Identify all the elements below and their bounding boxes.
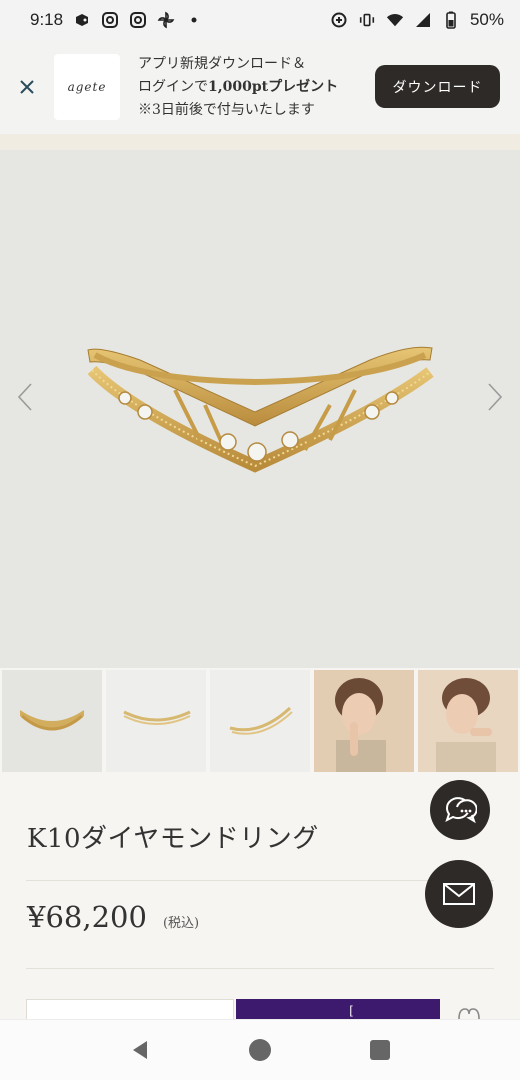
product-price: ¥68,200: [27, 900, 147, 934]
battery-icon: [442, 11, 460, 29]
mail-button[interactable]: [425, 860, 493, 928]
chevron-right-icon: [488, 383, 503, 411]
app-download-banner: agete アプリ新規ダウンロード＆ ログインで1,000ptプレゼント ※3日…: [0, 40, 520, 134]
ring-thumbnail-image: [123, 710, 191, 725]
thumbnail-5[interactable]: [418, 670, 518, 772]
divider: [26, 880, 494, 881]
next-image-button[interactable]: [480, 382, 510, 412]
thumbnail-3[interactable]: [210, 670, 310, 772]
ring-thumbnail-image: [229, 706, 293, 735]
ring-illustration: [87, 346, 434, 473]
data-saver-icon: [330, 11, 348, 29]
favorite-button[interactable]: [456, 1006, 482, 1020]
chat-button[interactable]: [430, 780, 490, 840]
status-time: 9:18: [30, 10, 64, 29]
app-logo-text: agete: [67, 80, 107, 94]
banner-line-2: ログインで1,000ptプレゼント: [138, 76, 368, 99]
beige-strip: [0, 134, 520, 150]
thumbnail-2[interactable]: [106, 670, 206, 772]
price-row: ¥68,200 (税込): [27, 900, 199, 934]
home-button[interactable]: [240, 1030, 280, 1070]
thumbnail-strip: [0, 670, 520, 774]
close-banner-button[interactable]: [0, 40, 54, 134]
signal-icon: [414, 11, 432, 29]
recents-button[interactable]: [360, 1030, 400, 1070]
model-thumbnail-image: [418, 670, 518, 772]
chat-bubbles-icon: [445, 797, 477, 824]
status-bar: 9:18 50%: [0, 0, 520, 40]
close-icon: [20, 80, 34, 94]
mail-icon: [443, 883, 475, 905]
back-triangle-icon: [133, 1041, 147, 1059]
thumbnail-4[interactable]: [314, 670, 414, 772]
banner-line-3: ※3日前後で付与いたします: [138, 101, 315, 118]
dot-icon: [185, 11, 203, 29]
tax-note: (税込): [162, 916, 200, 931]
previous-image-button[interactable]: [10, 382, 40, 412]
vibrate-icon: [358, 11, 376, 29]
banner-line-1: アプリ新規ダウンロード＆: [138, 55, 306, 72]
game-controller-icon: [73, 11, 91, 29]
ring-thumbnail-image: [20, 710, 84, 731]
product-main-image[interactable]: [0, 150, 520, 668]
divider: [26, 968, 494, 969]
battery-percent: 50%: [469, 10, 504, 29]
download-button[interactable]: ダウンロード: [375, 65, 500, 108]
pinwheel-icon: [157, 11, 175, 29]
app-logo: agete: [54, 54, 120, 120]
instagram-icon: [101, 11, 119, 29]
status-right: 50%: [330, 10, 504, 30]
instagram-icon: [129, 11, 147, 29]
chevron-left-icon: [17, 383, 32, 411]
wifi-icon: [386, 11, 404, 29]
add-to-cart-button[interactable]: [: [236, 999, 440, 1019]
secondary-action-button[interactable]: [26, 999, 234, 1019]
recents-square-icon: [370, 1040, 390, 1060]
system-navigation-bar: [0, 1019, 520, 1080]
home-circle-icon: [249, 1039, 271, 1061]
product-title: K10ダイヤモンドリング: [27, 824, 319, 854]
banner-text: アプリ新規ダウンロード＆ ログインで1,000ptプレゼント ※3日前後で付与い…: [138, 53, 368, 122]
banner-line-2-prefix: ログインで: [138, 78, 208, 95]
banner-line-2-bold: 1,000ptプレゼント: [208, 78, 339, 95]
model-thumbnail-image: [314, 670, 414, 772]
thumbnail-1[interactable]: [2, 670, 102, 772]
back-button[interactable]: [120, 1030, 160, 1070]
status-left: 9:18: [30, 10, 203, 30]
